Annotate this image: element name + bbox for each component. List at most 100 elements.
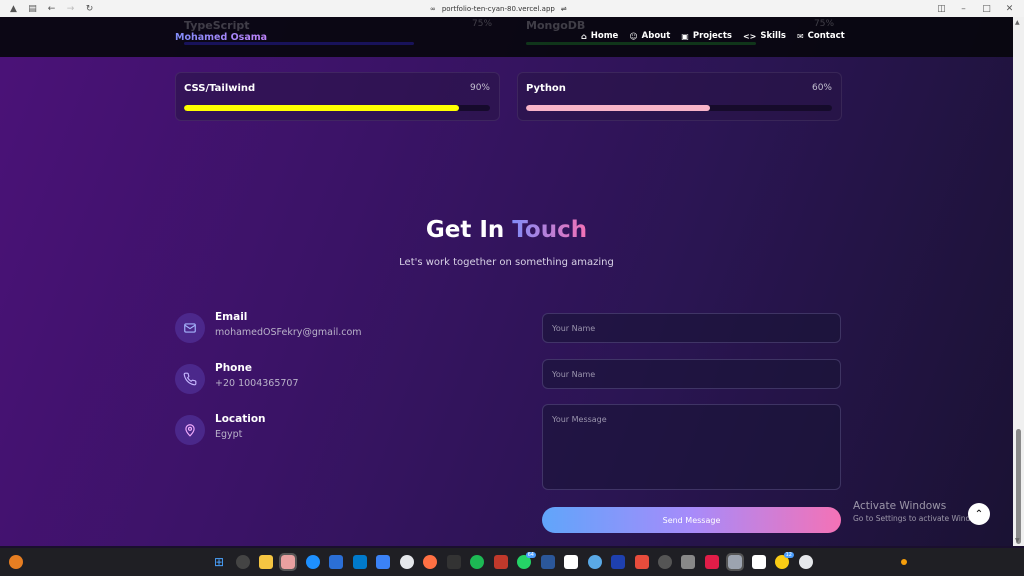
app-icon[interactable] <box>681 555 695 569</box>
reload-icon[interactable]: ↻ <box>84 3 95 14</box>
section-title: Get In Touch <box>0 217 1013 243</box>
contact-email: Email mohamedOSFekry@gmail.com <box>175 311 475 353</box>
briefcase-icon: ▣ <box>681 31 689 41</box>
nav-label: Home <box>590 31 619 41</box>
skill-progress-track <box>184 105 490 111</box>
search-icon[interactable] <box>236 555 250 569</box>
split-view-icon[interactable]: ◫ <box>936 3 947 14</box>
skill-card-python: Python 60% <box>517 72 842 121</box>
skill-progress-fill <box>184 105 460 111</box>
whatsapp-icon[interactable]: 64 <box>517 552 536 569</box>
contact-phone: Phone +20 1004365707 <box>175 362 475 404</box>
windows-taskbar: ⊞ 64 12 <box>0 548 1024 576</box>
page-scrollbar[interactable]: ▲ ▼ <box>1013 17 1024 546</box>
skill-percent: 60% <box>811 83 832 93</box>
skill-progress-track <box>526 105 832 111</box>
browser-toolbar: ▲ ▤ ← → ↻ ∞ portfolio-ten-cyan-80.vercel… <box>0 0 1024 17</box>
chrome-icon[interactable] <box>799 555 813 569</box>
app-icon[interactable] <box>705 555 719 569</box>
nav-home[interactable]: ⌂ Home <box>581 31 618 41</box>
skill-percent-partial: 75% <box>472 19 493 29</box>
app-icon[interactable] <box>494 555 508 569</box>
back-icon[interactable]: ← <box>46 3 57 14</box>
forward-icon[interactable]: → <box>65 3 76 14</box>
app-icon[interactable] <box>588 555 602 569</box>
scroll-down-arrow-icon[interactable]: ▼ <box>1015 537 1020 544</box>
edge-icon[interactable] <box>306 555 320 569</box>
top-navbar: TypeScript 75% MongoDB 75% Mohamed Osama… <box>0 17 1013 57</box>
nav-links: ⌂ Home ☺ About ▣ Projects <> Skills ✉ Contact <box>581 31 845 41</box>
watermark-line1: Activate Windows <box>853 500 947 512</box>
portfolio-page: CSS/Tailwind 90% Python 60% TypeScript 7… <box>0 17 1013 546</box>
nav-contact[interactable]: ✉ Contact <box>797 31 845 41</box>
nav-label: Contact <box>807 31 845 41</box>
close-icon[interactable]: ✕ <box>1004 3 1015 14</box>
start-icon[interactable]: ⊞ <box>212 555 226 569</box>
send-message-button[interactable]: Send Message <box>542 507 841 533</box>
notion-icon[interactable] <box>752 555 766 569</box>
app-active-icon[interactable] <box>279 553 297 571</box>
contact-value[interactable]: mohamedOSFekry@gmail.com <box>215 327 362 338</box>
minimize-icon[interactable]: – <box>958 3 969 14</box>
nav-label: Projects <box>692 31 732 41</box>
app-icon[interactable] <box>423 555 437 569</box>
site-settings-icon[interactable]: ⇌ <box>561 5 567 13</box>
url-text: portfolio-ten-cyan-80.vercel.app <box>441 4 555 13</box>
contact-label: Email <box>215 311 248 323</box>
contact-value[interactable]: +20 1004365707 <box>215 378 299 389</box>
app-icon[interactable] <box>658 555 672 569</box>
map-pin-icon <box>175 415 205 445</box>
mail-icon <box>175 313 205 343</box>
name-input[interactable] <box>542 313 841 343</box>
message-textarea[interactable] <box>542 404 841 490</box>
title-accent: Touch <box>512 217 588 243</box>
phone-icon <box>175 364 205 394</box>
app-icon[interactable] <box>447 555 461 569</box>
app-icon[interactable] <box>611 555 625 569</box>
word-icon[interactable] <box>541 555 555 569</box>
chrome-icon[interactable] <box>400 555 414 569</box>
scroll-to-top-button[interactable]: ⌃ <box>968 503 990 525</box>
title-main: Get In <box>425 217 505 243</box>
code-icon: <> <box>742 31 757 41</box>
nav-skills[interactable]: <> Skills <box>743 31 786 41</box>
browser-logo-icon[interactable]: ▲ <box>8 3 19 14</box>
contact-label: Phone <box>215 362 252 374</box>
skill-name: Python <box>526 83 566 94</box>
contact-value: Egypt <box>215 429 243 440</box>
app-icon[interactable]: 12 <box>775 552 794 569</box>
skill-name: CSS/Tailwind <box>184 83 256 94</box>
app-icon[interactable] <box>376 555 390 569</box>
file-explorer-icon[interactable] <box>259 555 273 569</box>
notion-icon[interactable] <box>564 555 578 569</box>
home-icon: ⌂ <box>581 31 587 41</box>
spotify-icon[interactable] <box>470 555 484 569</box>
second-name-input[interactable] <box>542 359 841 389</box>
vscode-icon[interactable] <box>353 555 367 569</box>
link-icon: ∞ <box>430 4 436 13</box>
contact-location: Location Egypt <box>175 413 475 455</box>
address-bar[interactable]: ∞ portfolio-ten-cyan-80.vercel.app ⇌ <box>430 2 567 15</box>
nav-label: Skills <box>760 31 786 41</box>
notification-badge: 12 <box>783 552 794 558</box>
brand-logo[interactable]: Mohamed Osama <box>175 32 267 43</box>
skill-progress-partial <box>526 42 756 45</box>
nav-projects[interactable]: ▣ Projects <box>681 31 732 41</box>
maximize-icon[interactable]: □ <box>981 3 992 14</box>
app-icon[interactable] <box>635 555 649 569</box>
contact-label: Location <box>215 413 266 425</box>
user-icon: ☺ <box>629 31 638 41</box>
weather-widget-icon[interactable] <box>9 555 23 569</box>
skill-card-css: CSS/Tailwind 90% <box>175 72 500 121</box>
skill-progress-fill <box>526 105 710 111</box>
skill-percent: 90% <box>469 83 490 93</box>
chevron-up-icon: ⌃ <box>974 508 984 520</box>
app-icon[interactable] <box>726 553 744 571</box>
notification-dot-icon[interactable] <box>901 559 907 565</box>
store-icon[interactable] <box>329 555 343 569</box>
nav-about[interactable]: ☺ About <box>629 31 670 41</box>
mail-icon: ✉ <box>796 31 804 41</box>
scroll-up-arrow-icon[interactable]: ▲ <box>1015 19 1020 26</box>
scrollbar-thumb[interactable] <box>1016 429 1021 544</box>
sidebar-toggle-icon[interactable]: ▤ <box>27 3 38 14</box>
